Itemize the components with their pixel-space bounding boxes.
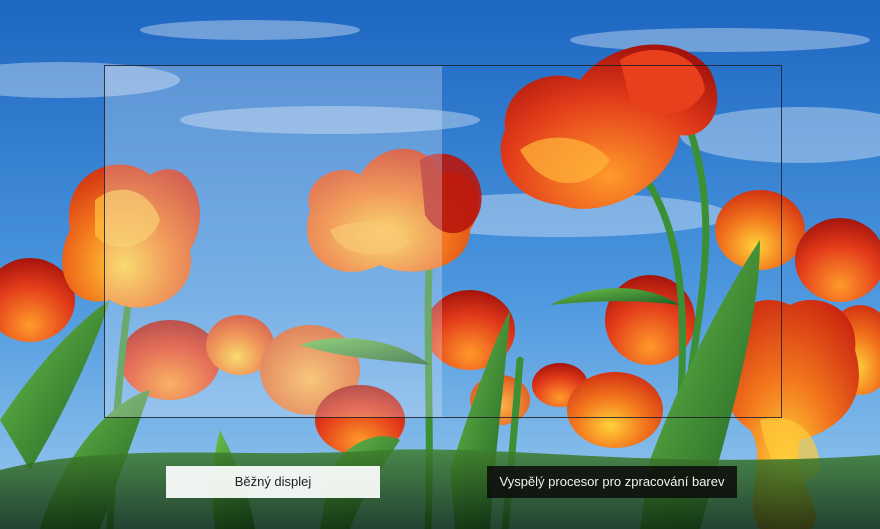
standard-display-label: Běžný displej (166, 466, 380, 498)
advanced-processor-label: Vyspělý procesor pro zpracování barev (487, 466, 737, 498)
tulip-photo (0, 0, 880, 529)
tulip-left (62, 164, 201, 308)
foliage-ground (0, 449, 880, 529)
